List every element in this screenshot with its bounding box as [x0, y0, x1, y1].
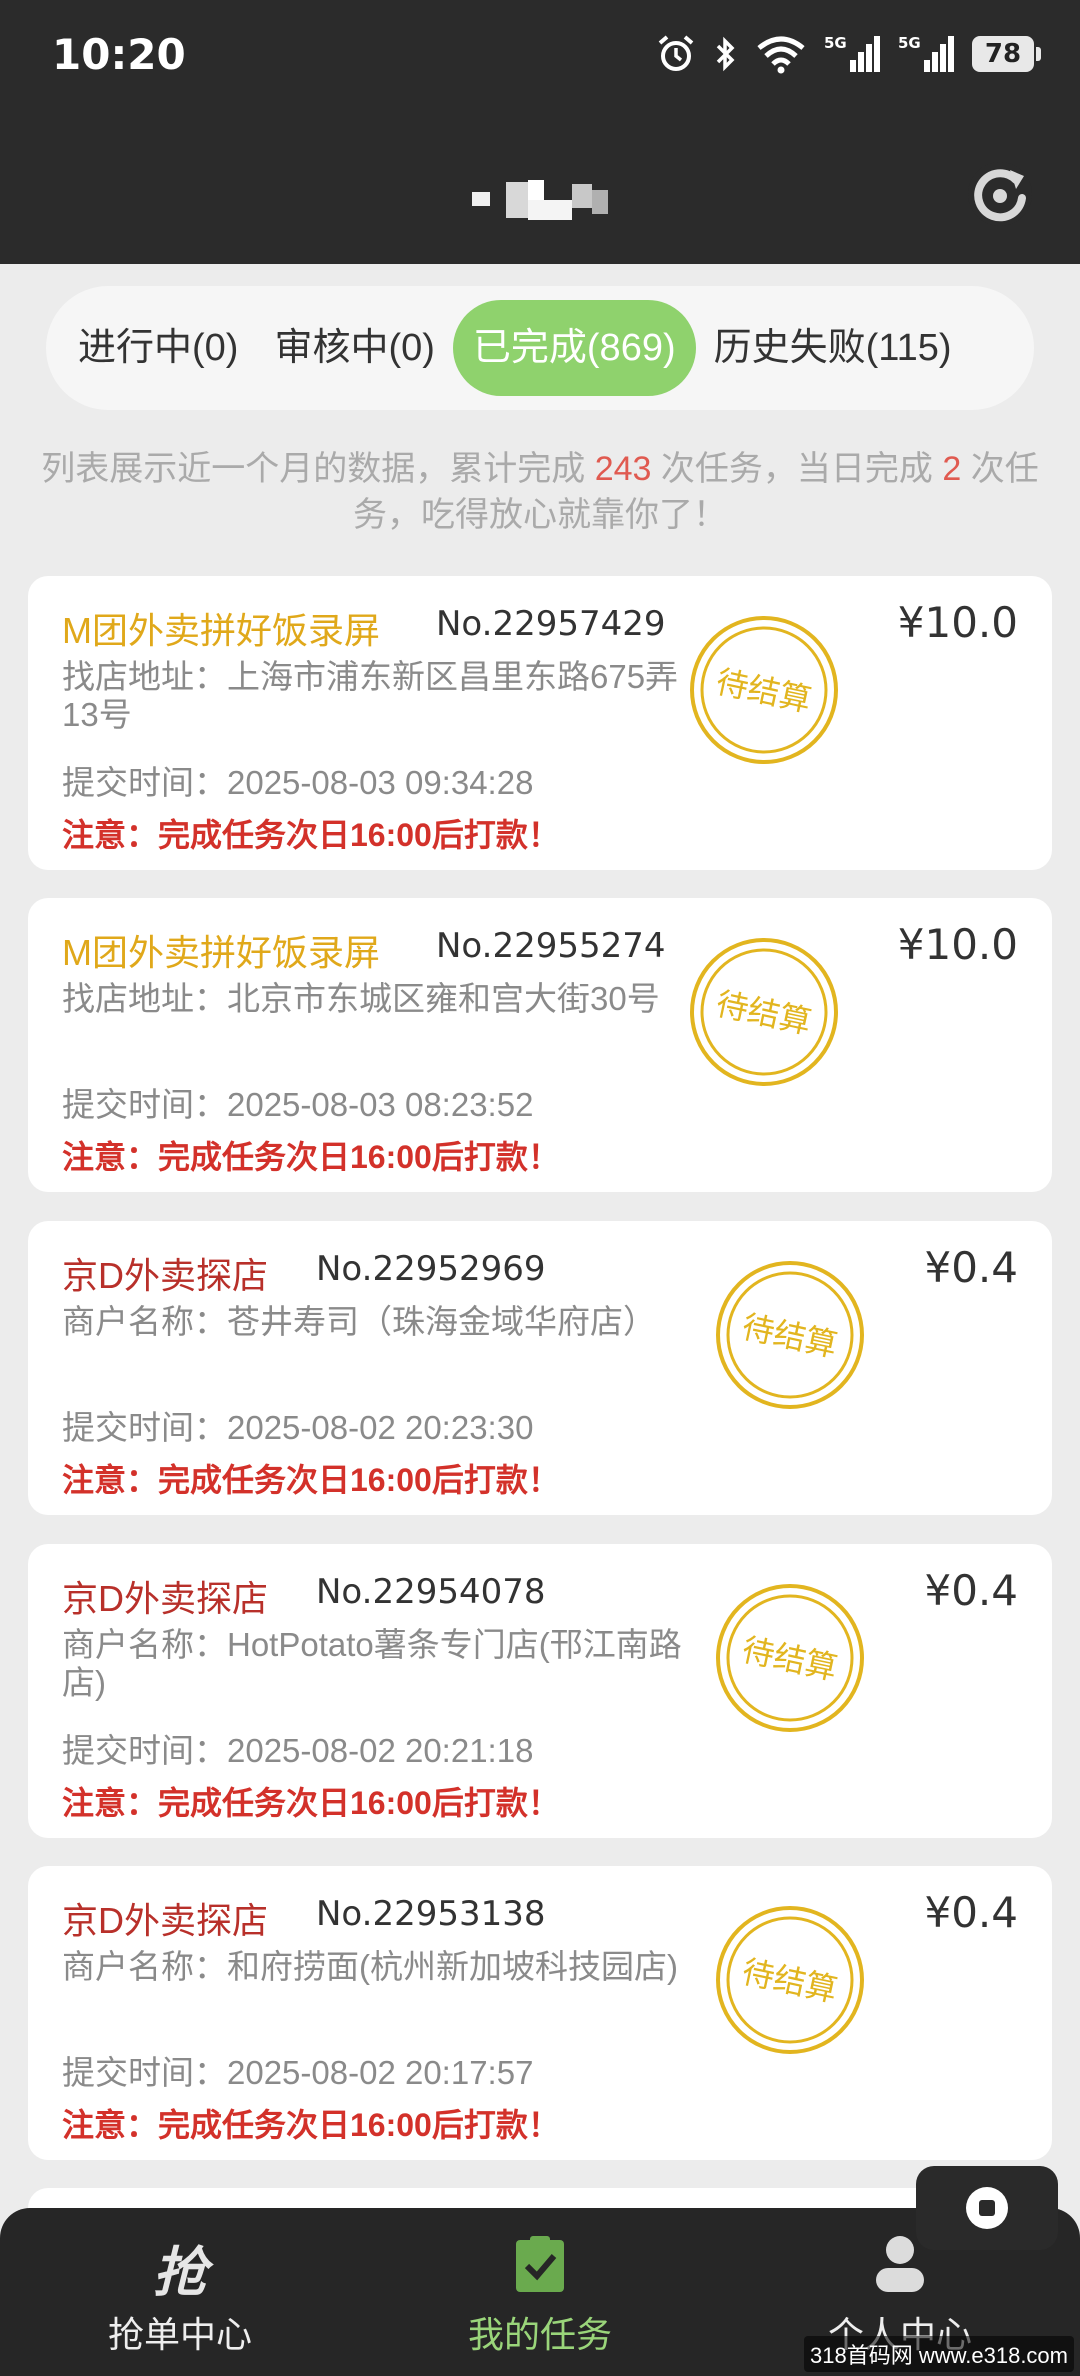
svg-text:5G: 5G [898, 34, 921, 52]
submit-time: 提交时间：2025-08-02 20:23:30 [62, 1409, 534, 1446]
blurred-title-mosaic [472, 180, 608, 220]
task-title: M团外卖拼好饭录屏 [62, 610, 380, 651]
task-card[interactable]: 京D外卖探店 No.22954078 ¥0.4 商户名称：HotPotato薯条… [28, 1544, 1052, 1838]
detail-label: 商户名称： [62, 1626, 227, 1663]
payment-warning: 注意：完成任务次日16:00后打款！ [62, 2107, 560, 2143]
pending-settlement-stamp: 待结算 [716, 1261, 864, 1409]
payment-warning: 注意：完成任务次日16:00后打款！ [62, 1139, 560, 1175]
detail-value: 和府捞面(杭州新加坡科技园店) [227, 1948, 678, 1985]
detail-label: 找店地址： [62, 980, 227, 1017]
nav-label: 我的任务 [467, 2314, 612, 2355]
task-number: No.22953138 [316, 1894, 546, 1934]
today-completed-count: 2 [942, 450, 962, 488]
submit-time: 提交时间：2025-08-02 20:17:57 [62, 2054, 534, 2091]
payment-warning: 注意：完成任务次日16:00后打款！ [62, 1785, 560, 1821]
site-watermark: 318首码网 www.e318.com [804, 2336, 1074, 2372]
svg-text:待结算: 待结算 [739, 1307, 841, 1364]
task-card[interactable]: 京D外卖探店 No.22952969 ¥0.4 商户名称：苍井寿司（珠海金域华府… [28, 1221, 1052, 1515]
task-title: 京D外卖探店 [62, 1900, 268, 1941]
submit-time: 提交时间：2025-08-03 08:23:52 [62, 1086, 534, 1123]
nav-my-tasks[interactable]: 我的任务 [360, 2208, 720, 2376]
task-price: ¥10.0 [897, 920, 1018, 969]
svg-text:待结算: 待结算 [739, 1630, 841, 1687]
task-number: No.22957429 [436, 604, 666, 644]
status-time: 10:20 [52, 30, 186, 79]
task-title: 京D外卖探店 [62, 1578, 268, 1619]
task-title: M团外卖拼好饭录屏 [62, 932, 380, 973]
task-number: No.22954078 [316, 1572, 546, 1612]
task-card[interactable]: M团外卖拼好饭录屏 No.22955274 ¥10.0 找店地址：北京市东城区雍… [28, 898, 1052, 1192]
detail-label: 商户名称： [62, 1303, 227, 1340]
nav-grab-orders[interactable]: 抢 抢单中心 [0, 2208, 360, 2376]
pending-settlement-stamp: 待结算 [716, 1906, 864, 2054]
task-status-tabs: 进行中(0) 审核中(0) 已完成(869) 历史失败(115) [46, 286, 1034, 410]
tab-under-review[interactable]: 审核中(0) [256, 300, 452, 396]
task-number: No.22955274 [436, 926, 666, 966]
bluetooth-icon [716, 36, 735, 72]
nav-label: 抢单中心 [107, 2314, 252, 2355]
svg-text:待结算: 待结算 [739, 1952, 841, 2009]
pending-settlement-stamp: 待结算 [690, 616, 838, 764]
detail-label: 找店地址： [62, 658, 227, 695]
wifi-icon [757, 36, 805, 74]
tab-completed[interactable]: 已完成(869) [452, 300, 696, 396]
notice-text-1: 列表展示近一个月的数据，累计完成 [41, 450, 595, 488]
floating-record-button[interactable] [916, 2166, 1058, 2250]
stop-icon [966, 2187, 1008, 2229]
task-detail: 商户名称：HotPotato薯条专门店(邗江南路店) [62, 1626, 702, 1702]
detail-value: 北京市东城区雍和宫大街30号 [227, 980, 660, 1017]
task-checklist-icon [516, 2236, 564, 2292]
task-price: ¥10.0 [897, 598, 1018, 647]
task-price: ¥0.4 [924, 1243, 1018, 1292]
summary-notice: 列表展示近一个月的数据，累计完成 243 次任务，当日完成 2 次任务，吃得放心… [0, 446, 1080, 538]
detail-label: 商户名称： [62, 1948, 227, 1985]
task-number: No.22952969 [316, 1249, 546, 1289]
alarm-icon [658, 35, 694, 71]
total-completed-count: 243 [594, 450, 652, 488]
grab-order-icon: 抢 [153, 2243, 207, 2303]
task-detail: 商户名称：苍井寿司（珠海金域华府店） [62, 1303, 702, 1341]
status-bar: 10:20 5G 5G 78 [0, 0, 1080, 118]
battery-indicator: 78 [972, 36, 1041, 72]
task-card[interactable]: 京D外卖探店 No.22953138 ¥0.4 商户名称：和府捞面(杭州新加坡科… [28, 1866, 1052, 2160]
pending-settlement-stamp: 待结算 [716, 1584, 864, 1732]
notice-text-2: 次任务，当日完成 [651, 450, 943, 488]
svg-text:待结算: 待结算 [713, 662, 815, 719]
svg-text:5G: 5G [824, 34, 847, 52]
task-detail: 找店地址：北京市东城区雍和宫大街30号 [62, 980, 702, 1018]
task-price: ¥0.4 [924, 1888, 1018, 1937]
tab-in-progress[interactable]: 进行中(0) [60, 300, 256, 396]
app-header [0, 118, 1080, 264]
payment-warning: 注意：完成任务次日16:00后打款！ [62, 1462, 560, 1498]
svg-text:待结算: 待结算 [713, 984, 815, 1041]
submit-time: 提交时间：2025-08-03 09:34:28 [62, 764, 534, 801]
task-title: 京D外卖探店 [62, 1255, 268, 1296]
task-detail: 找店地址：上海市浦东新区昌里东路675弄13号 [62, 658, 702, 734]
detail-value: 苍井寿司（珠海金域华府店） [227, 1303, 656, 1340]
pending-settlement-stamp: 待结算 [690, 938, 838, 1086]
refresh-icon[interactable] [964, 158, 1036, 230]
task-detail: 商户名称：和府捞面(杭州新加坡科技园店) [62, 1948, 702, 1986]
task-price: ¥0.4 [924, 1566, 1018, 1615]
payment-warning: 注意：完成任务次日16:00后打款！ [62, 817, 560, 853]
tab-history-failed[interactable]: 历史失败(115) [696, 300, 970, 396]
status-icons: 5G 5G 78 [656, 34, 1041, 74]
signal-5g-icon: 5G [824, 34, 880, 72]
signal-5g-icon-2: 5G [898, 34, 954, 72]
task-card[interactable]: M团外卖拼好饭录屏 No.22957429 ¥10.0 找店地址：上海市浦东新区… [28, 576, 1052, 870]
submit-time: 提交时间：2025-08-02 20:21:18 [62, 1732, 534, 1769]
